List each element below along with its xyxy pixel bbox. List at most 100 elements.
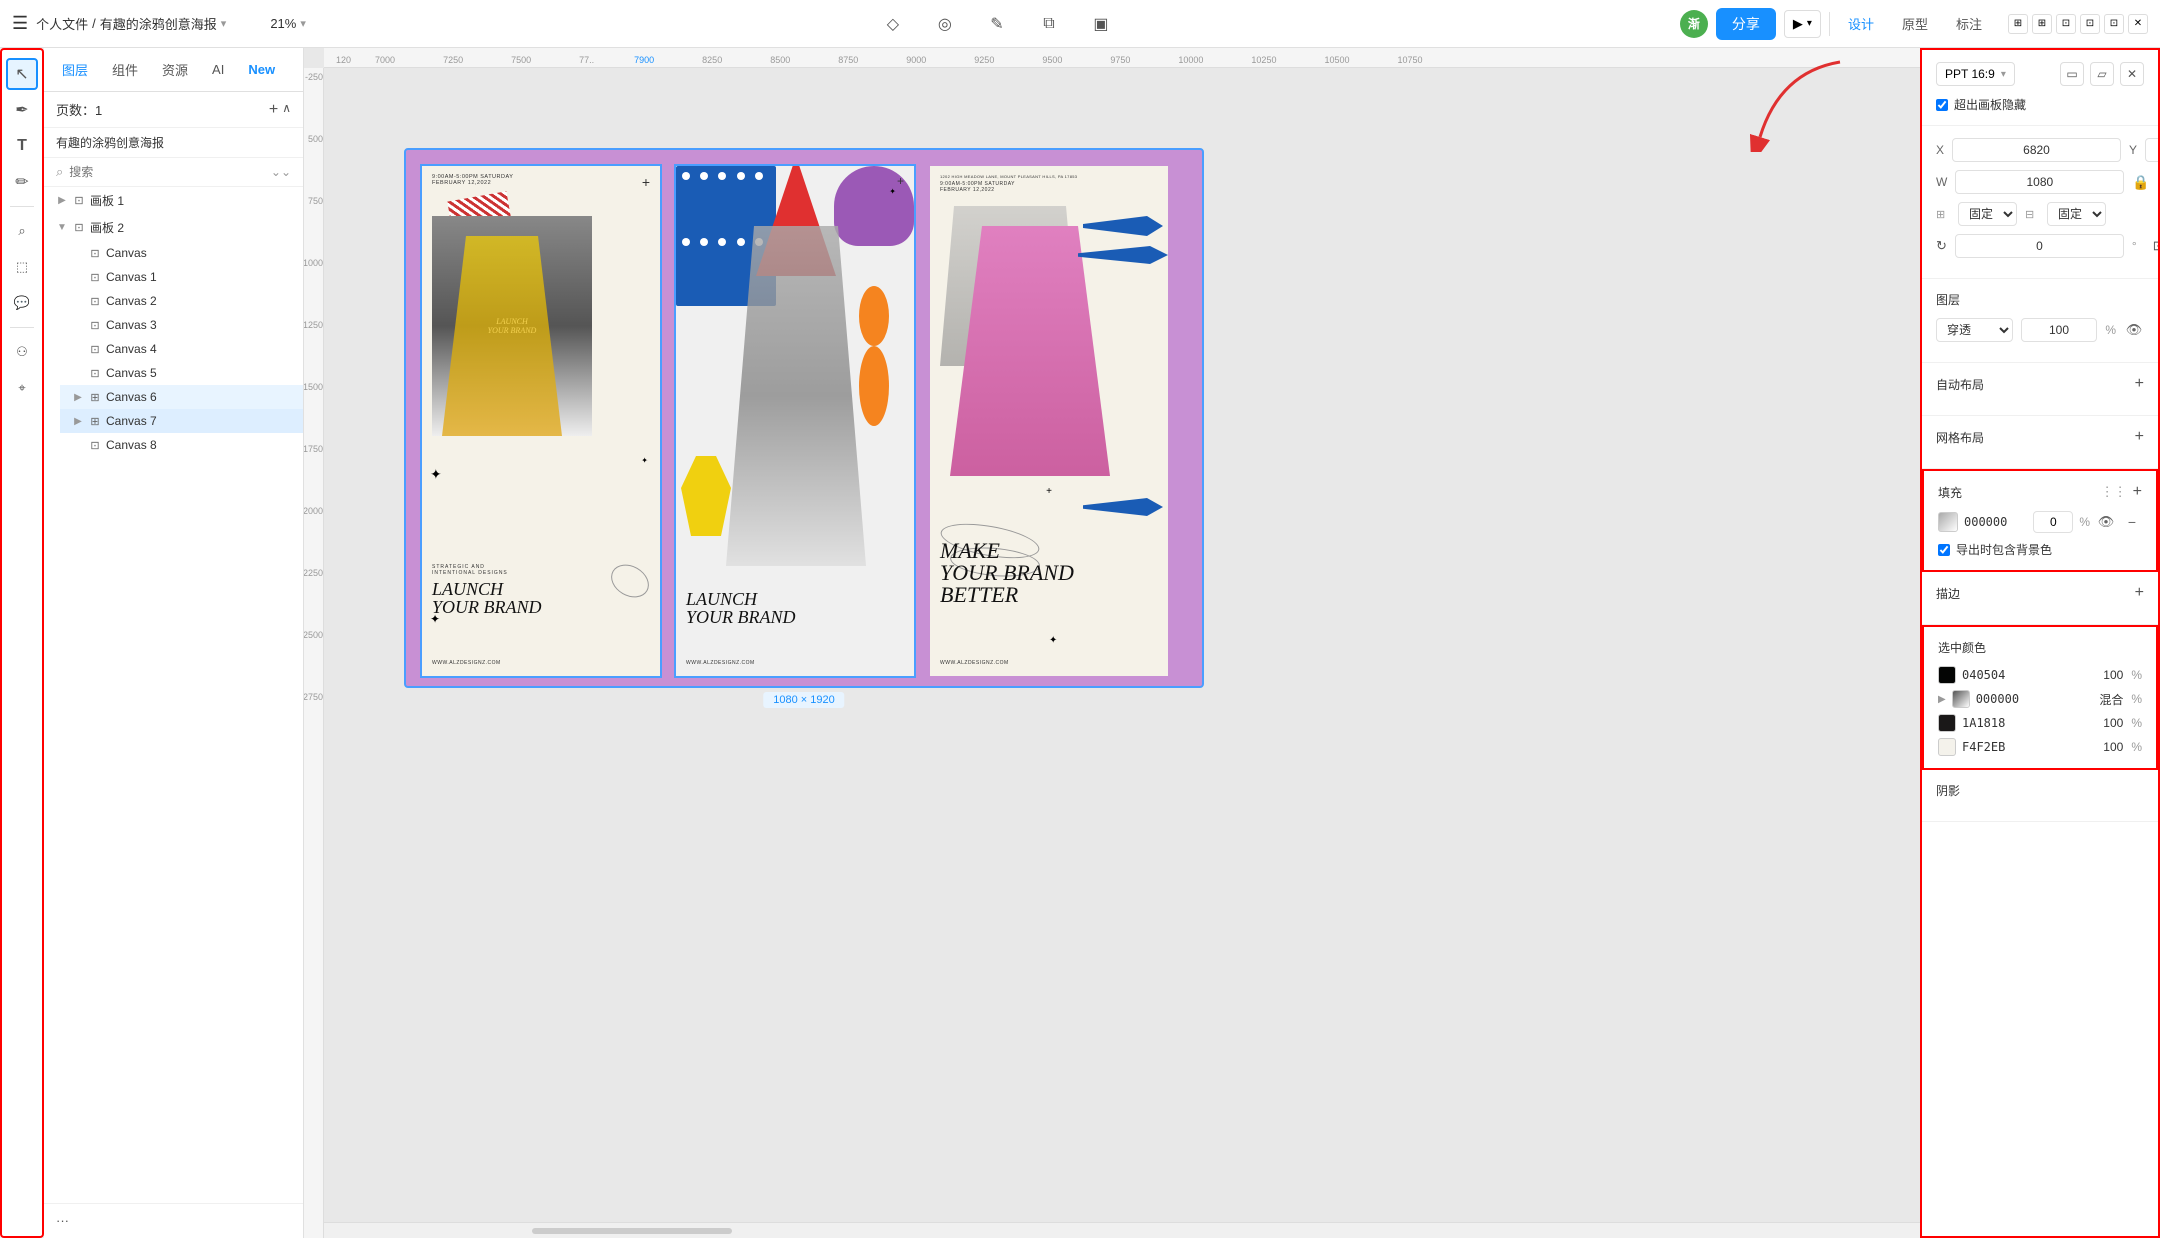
poster-card-2[interactable]: LAUNCHYOUR BRAND WWW.ALZDESIGNZ.COM + ✦ (676, 166, 914, 676)
layer-item-selected2[interactable]: ▶ ⊞ Canvas 7 (60, 409, 303, 433)
layout-icon-1[interactable]: ⊞ (2008, 14, 2028, 34)
grid-layout-title: 网格布局 + (1936, 428, 2144, 446)
search-input[interactable] (69, 165, 265, 179)
fill-opacity-input[interactable] (2033, 511, 2073, 533)
tab-components[interactable]: 组件 (102, 54, 148, 85)
layer-item[interactable]: ⊡ Canvas 4 (60, 337, 303, 361)
x-input[interactable] (1952, 138, 2121, 162)
lock-proportions-icon[interactable]: 🔒 (2132, 174, 2149, 191)
color-swatch[interactable] (1938, 738, 1956, 756)
layer-item[interactable]: ⊡ Canvas 5 (60, 361, 303, 385)
canvas-landscape-button[interactable]: ▱ (2090, 62, 2114, 86)
include-bg-checkbox[interactable]: 导出时包含背景色 (1938, 541, 2142, 558)
diamond-tool-icon[interactable]: ◇ (877, 8, 909, 40)
collapse-icon[interactable]: ▶ (1938, 694, 1946, 705)
ruler-mark: 8250 (702, 55, 722, 65)
constraint-w-select[interactable]: 固定 (1958, 202, 2017, 226)
add-auto-layout-button[interactable]: + (2135, 375, 2144, 393)
search-tool-button[interactable]: ⌕ (6, 215, 38, 247)
add-fill-button[interactable]: + (2133, 483, 2142, 501)
layer-item[interactable]: ▼ ⊡ 画板 2 (44, 214, 303, 241)
layer-label: 画板 2 (90, 219, 291, 236)
layout-icon-3[interactable]: ⊡ (2056, 14, 2076, 34)
layout-icon-5[interactable]: ⊡ (2104, 14, 2124, 34)
ruler-v-mark: 1250 (304, 320, 323, 330)
edit-tool-icon[interactable]: ✎ (981, 8, 1013, 40)
layer-visibility-icon[interactable]: 👁 (2124, 320, 2144, 340)
collapse-pages-button[interactable]: ∧ (282, 101, 291, 119)
add-stroke-button[interactable]: + (2135, 584, 2144, 602)
opacity-input[interactable] (2021, 318, 2098, 342)
layer-label: Canvas 3 (106, 318, 291, 332)
breadcrumb-project[interactable]: 有趣的涂鸦创意海报 ▾ (100, 14, 227, 33)
tab-mark[interactable]: 标注 (1946, 8, 1992, 39)
layer-item[interactable]: ⊡ Canvas (60, 241, 303, 265)
color-swatch[interactable] (1938, 666, 1956, 684)
ppt-section: PPT 16:9 ▾ ▭ ▱ ✕ 超出画板隐藏 (1922, 50, 2158, 126)
tab-new[interactable]: New (238, 56, 285, 83)
select-tool-button[interactable]: ↖ (6, 58, 38, 90)
add-page-button[interactable]: + (269, 101, 278, 119)
layout-icon-6[interactable]: ✕ (2128, 14, 2148, 34)
breadcrumb: 个人文件 / 有趣的涂鸦创意海报 ▾ (36, 14, 226, 33)
blend-mode-select[interactable]: 穿透 (1936, 318, 2013, 342)
menu-icon[interactable]: ☰ (12, 13, 28, 34)
layer-item[interactable]: ⊡ Canvas 2 (60, 289, 303, 313)
canvas-size-selector[interactable]: PPT 16:9 ▾ (1936, 62, 2015, 86)
frame-panel-button[interactable]: ⬚ (6, 251, 38, 283)
pencil-tool-button[interactable]: ✏ (6, 166, 38, 198)
canvas-icon: ⊡ (88, 342, 102, 356)
canvas-viewport[interactable]: 9:00AM-5:00PM SATURDAY FEBRUARY 12,2022 … (324, 68, 1920, 1218)
w-input[interactable] (1955, 170, 2124, 194)
poster-card-3[interactable]: 1202 HIGH MEADOW LANE, MOUNT PLEASANT HI… (930, 166, 1168, 676)
share-button[interactable]: 分享 (1716, 8, 1776, 40)
color-gradient-swatch[interactable] (1952, 690, 1970, 708)
circle-tool-icon[interactable]: ◎ (929, 8, 961, 40)
tab-layers[interactable]: 图层 (52, 54, 98, 85)
ruler-mark: 9000 (906, 55, 926, 65)
text-tool-button[interactable]: T (6, 130, 38, 162)
color-swatch[interactable] (1938, 714, 1956, 732)
horizontal-scrollbar[interactable] (324, 1222, 1920, 1238)
canvas-area[interactable]: 120 7000 7250 7500 77.. 7900 8250 8500 8… (304, 48, 1920, 1238)
fill-swatch[interactable] (1938, 512, 1958, 532)
artboard-2[interactable]: 9:00AM-5:00PM SATURDAY FEBRUARY 12,2022 … (404, 148, 1204, 688)
tab-ai[interactable]: AI (202, 56, 234, 83)
zoom-control[interactable]: 21% ▾ (262, 12, 314, 35)
copy-tool-icon[interactable]: ⧉ (1033, 8, 1065, 40)
y-input[interactable] (2145, 138, 2160, 162)
tab-prototype[interactable]: 原型 (1892, 8, 1938, 39)
clip-overflow-checkbox[interactable]: 超出画板隐藏 (1936, 96, 2144, 113)
layout-icon-2[interactable]: ⊞ (2032, 14, 2052, 34)
layer-item[interactable]: ⊡ Canvas 3 (60, 313, 303, 337)
poster-card-1[interactable]: 9:00AM-5:00PM SATURDAY FEBRUARY 12,2022 … (422, 166, 660, 676)
search-expand-icon[interactable]: ⌄⌄ (271, 165, 291, 179)
zoom-search-button[interactable]: ⌖ (6, 372, 38, 404)
add-grid-layout-button[interactable]: + (2135, 428, 2144, 446)
layout-icon-4[interactable]: ⊡ (2080, 14, 2100, 34)
include-bg-input[interactable] (1938, 544, 1950, 556)
clip-overflow-input[interactable] (1936, 99, 1948, 111)
canvas-close-button[interactable]: ✕ (2120, 62, 2144, 86)
rotation-input[interactable] (1955, 234, 2124, 258)
remove-fill-button[interactable]: − (2122, 512, 2142, 532)
fill-visibility-icon[interactable]: 👁 (2096, 512, 2116, 532)
play-button[interactable]: ▶ ▾ (1784, 10, 1821, 38)
fill-reorder-icon[interactable]: ⋮⋮ (2101, 484, 2127, 500)
layer-item[interactable]: ⊡ Canvas 8 (60, 433, 303, 457)
frame-tool-icon[interactable]: ▣ (1085, 8, 1117, 40)
more-icon[interactable]: ··· (56, 1213, 69, 1228)
plugin-button[interactable]: ⚇ (6, 336, 38, 368)
layer-item[interactable]: ⊡ Canvas 1 (60, 265, 303, 289)
tab-assets[interactable]: 资源 (152, 54, 198, 85)
layer-item-selected[interactable]: ▶ ⊞ Canvas 6 (60, 385, 303, 409)
color-opacity: 100 (2103, 716, 2123, 730)
tab-design[interactable]: 设计 (1838, 8, 1884, 39)
layer-item[interactable]: ▶ ⊡ 画板 1 (44, 187, 303, 214)
pen-tool-button[interactable]: ✒ (6, 94, 38, 126)
constraint-h-select[interactable]: 固定 (2047, 202, 2106, 226)
comment-button[interactable]: 💬 (6, 287, 38, 319)
canvas-portrait-button[interactable]: ▭ (2060, 62, 2084, 86)
breadcrumb-home[interactable]: 个人文件 (36, 14, 88, 33)
ruler-mark: 9500 (1042, 55, 1062, 65)
